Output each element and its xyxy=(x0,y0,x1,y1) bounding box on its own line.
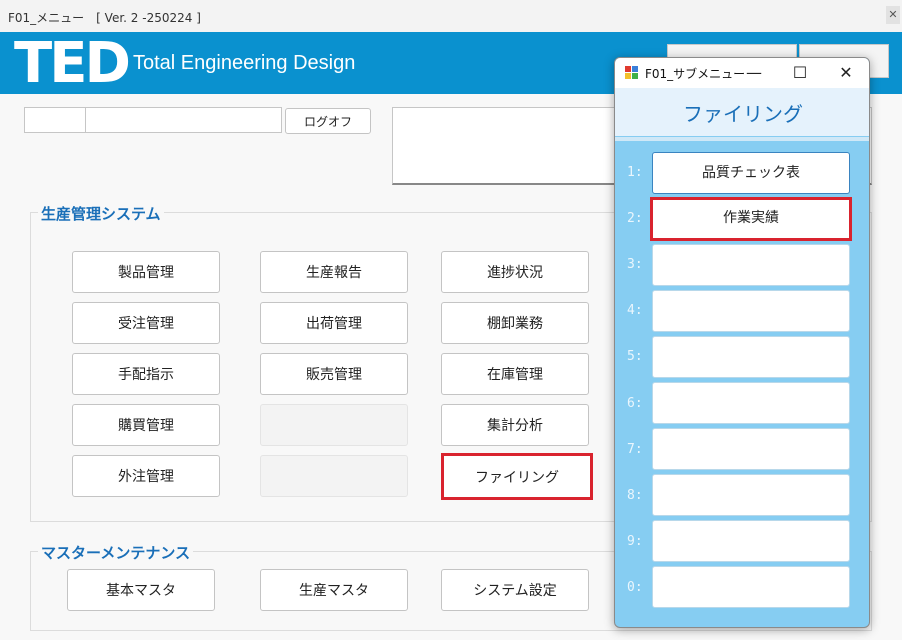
production-master-button[interactable]: 生産マスタ xyxy=(260,569,408,611)
arrangement-button[interactable]: 手配指示 xyxy=(72,353,220,395)
submenu-dialog: F01_サブメニュー — ☐ ✕ ファイリング 1: 品質チェック表 2: 作業… xyxy=(614,57,870,628)
production-report-button[interactable]: 生産報告 xyxy=(260,251,408,293)
main-close-icon[interactable]: ✕ xyxy=(886,6,900,24)
production-group-label: 生産管理システム xyxy=(38,203,164,224)
close-icon[interactable]: ✕ xyxy=(823,58,869,88)
system-settings-button[interactable]: システム設定 xyxy=(441,569,589,611)
submenu-item-empty[interactable] xyxy=(652,244,850,286)
progress-status-button[interactable]: 進捗状況 xyxy=(441,251,589,293)
user-name-field[interactable] xyxy=(85,107,282,133)
submenu-item-empty[interactable] xyxy=(652,382,850,424)
empty-slot-button xyxy=(260,455,408,497)
aggregate-analysis-button[interactable]: 集計分析 xyxy=(441,404,589,446)
maximize-icon[interactable]: ☐ xyxy=(777,58,823,88)
ted-logo: TED xyxy=(14,31,131,96)
product-management-button[interactable]: 製品管理 xyxy=(72,251,220,293)
logoff-button[interactable]: ログオフ xyxy=(285,108,371,134)
user-code-field[interactable] xyxy=(24,107,86,133)
item-number: 5: xyxy=(627,349,643,364)
submenu-item-empty[interactable] xyxy=(652,336,850,378)
submenu-item-empty[interactable] xyxy=(652,428,850,470)
empty-slot-button xyxy=(260,404,408,446)
stock-management-button[interactable]: 在庫管理 xyxy=(441,353,589,395)
item-number: 3: xyxy=(627,257,643,272)
submenu-item-empty[interactable] xyxy=(652,290,850,332)
filing-button[interactable]: ファイリング xyxy=(441,453,593,500)
submenu-item-work-results[interactable]: 作業実績 xyxy=(650,197,852,241)
submenu-divider xyxy=(615,137,869,141)
submenu-item-empty[interactable] xyxy=(652,566,850,608)
minimize-icon[interactable]: — xyxy=(731,58,777,88)
app-window-icon xyxy=(625,66,639,80)
item-number: 1: xyxy=(627,165,643,180)
submenu-titlebar: F01_サブメニュー — ☐ ✕ xyxy=(615,58,869,88)
item-number: 0: xyxy=(627,580,643,595)
item-number: 7: xyxy=(627,442,643,457)
item-number: 9: xyxy=(627,534,643,549)
submenu-heading: ファイリング xyxy=(683,102,803,126)
brand-tagline: Total Engineering Design xyxy=(133,52,356,74)
submenu-item-empty[interactable] xyxy=(652,520,850,562)
inventory-count-button[interactable]: 棚卸業務 xyxy=(441,302,589,344)
basic-master-button[interactable]: 基本マスタ xyxy=(67,569,215,611)
shipping-management-button[interactable]: 出荷管理 xyxy=(260,302,408,344)
item-number: 8: xyxy=(627,488,643,503)
item-number: 6: xyxy=(627,396,643,411)
sales-management-button[interactable]: 販売管理 xyxy=(260,353,408,395)
master-group-label: マスターメンテナンス xyxy=(38,542,194,563)
purchasing-button[interactable]: 購買管理 xyxy=(72,404,220,446)
window-title: F01_メニュー [ Ver. 2 -250224 ] xyxy=(8,11,201,25)
item-number: 2: xyxy=(627,211,643,226)
outsourcing-button[interactable]: 外注管理 xyxy=(72,455,220,497)
main-titlebar: F01_メニュー [ Ver. 2 -250224 ] ✕ xyxy=(0,0,902,32)
item-number: 4: xyxy=(627,303,643,318)
order-management-button[interactable]: 受注管理 xyxy=(72,302,220,344)
submenu-item-quality-check[interactable]: 品質チェック表 xyxy=(652,152,850,194)
submenu-header: ファイリング xyxy=(615,88,869,136)
submenu-item-empty[interactable] xyxy=(652,474,850,516)
